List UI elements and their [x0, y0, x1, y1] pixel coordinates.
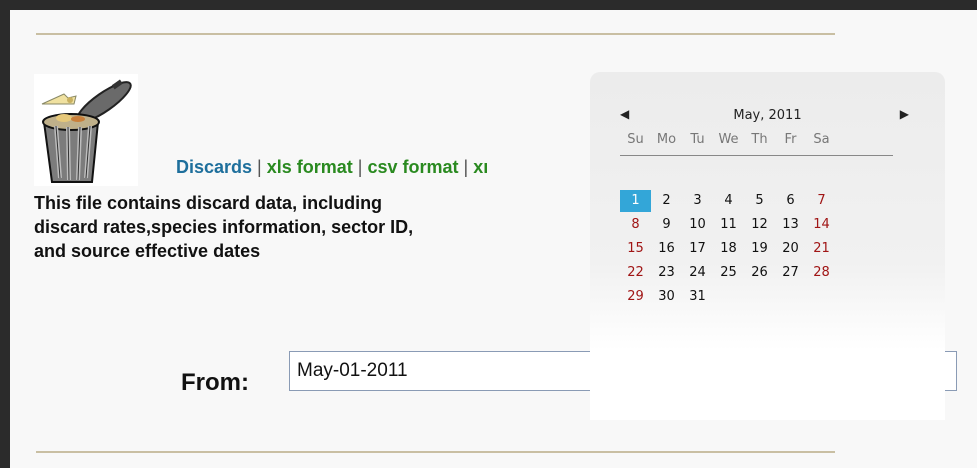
day-cell[interactable]: 23: [651, 262, 682, 284]
day-cell[interactable]: 7: [806, 190, 837, 212]
link-separator: |: [352, 157, 368, 177]
top-divider: [36, 33, 835, 35]
week-row: 1234567: [620, 190, 860, 212]
week-row: 15 16 17 18 19 20 21: [620, 238, 860, 260]
empty-day-cell: [744, 286, 775, 308]
day-cell[interactable]: 20: [775, 238, 806, 260]
page-container: Discards | xls format | csv format | xı …: [10, 10, 977, 468]
weekday-label: Fr: [784, 132, 797, 147]
week-row: 29 30 31: [620, 286, 860, 308]
day-cell[interactable]: 26: [744, 262, 775, 284]
day-cell[interactable]: 6: [775, 190, 806, 212]
day-cell[interactable]: 25: [713, 262, 744, 284]
next-month-button[interactable]: ▶: [900, 107, 909, 121]
file-description: This file contains discard data, includi…: [34, 193, 414, 261]
weekday-label: Th: [751, 132, 768, 147]
empty-day-cell: [806, 286, 837, 308]
empty-day-cell: [744, 166, 775, 188]
date-picker-popup: ◀ May, 2011 ▶ Su Mo Tu We Th Fr Sa 12345…: [590, 72, 945, 420]
day-cell[interactable]: 27: [775, 262, 806, 284]
xls-format-link[interactable]: xls format: [267, 157, 353, 177]
day-cell[interactable]: 4: [713, 190, 744, 212]
empty-day-cell: [806, 166, 837, 188]
day-cell[interactable]: 5: [744, 190, 775, 212]
discards-link[interactable]: Discards: [176, 157, 252, 177]
day-cell[interactable]: 21: [806, 238, 837, 260]
week-row: 22 23 24 25 26 27 28: [620, 262, 860, 284]
day-cell[interactable]: 31: [682, 286, 713, 308]
day-cell[interactable]: 9: [651, 214, 682, 236]
weekday-label: Sa: [813, 132, 830, 147]
day-cell[interactable]: 29: [620, 286, 651, 308]
day-cell[interactable]: 17: [682, 238, 713, 260]
empty-day-cell: [651, 166, 682, 188]
day-cell[interactable]: 13: [775, 214, 806, 236]
week-row: [620, 166, 860, 188]
link-separator: |: [252, 157, 267, 177]
empty-day-cell: [713, 166, 744, 188]
day-cell[interactable]: 22: [620, 262, 651, 284]
weekday-label: We: [718, 132, 739, 147]
day-cell[interactable]: 2: [651, 190, 682, 212]
download-links: Discards | xls format | csv format | xı: [176, 157, 488, 178]
week-row: 8 9 10 11 12 13 14: [620, 214, 860, 236]
xml-format-link[interactable]: xı: [473, 157, 488, 177]
weekday-label: Tu: [690, 132, 705, 147]
empty-day-cell: [775, 166, 806, 188]
empty-day-cell: [713, 286, 744, 308]
month-year-title: May, 2011: [733, 108, 802, 123]
header-divider: [620, 155, 893, 156]
empty-day-cell: [682, 166, 713, 188]
weekday-header: Su Mo Tu We Th Fr Sa: [620, 132, 837, 150]
day-cell[interactable]: 19: [744, 238, 775, 260]
day-cell[interactable]: 28: [806, 262, 837, 284]
day-cell[interactable]: 12: [744, 214, 775, 236]
empty-day-cell: [620, 166, 651, 188]
trash-can-icon: [34, 74, 138, 186]
day-cell[interactable]: 3: [682, 190, 713, 212]
csv-format-link[interactable]: csv format: [367, 157, 458, 177]
link-separator: |: [458, 157, 474, 177]
day-cell[interactable]: 24: [682, 262, 713, 284]
day-cell[interactable]: 18: [713, 238, 744, 260]
bottom-divider: [36, 451, 835, 453]
day-cell[interactable]: 10: [682, 214, 713, 236]
weekday-label: Su: [627, 132, 644, 147]
day-cell[interactable]: 16: [651, 238, 682, 260]
weekday-label: Mo: [656, 132, 677, 147]
day-cell[interactable]: 14: [806, 214, 837, 236]
day-cell[interactable]: 8: [620, 214, 651, 236]
from-label: From:: [181, 369, 249, 396]
day-cell-selected[interactable]: 1: [620, 190, 651, 212]
day-cell[interactable]: 30: [651, 286, 682, 308]
day-cell[interactable]: 11: [713, 214, 744, 236]
day-cell[interactable]: 15: [620, 238, 651, 260]
empty-day-cell: [775, 286, 806, 308]
